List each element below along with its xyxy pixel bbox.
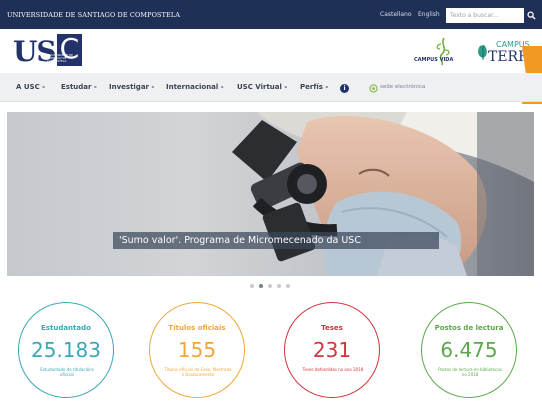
stat-value: 6.475 xyxy=(440,338,498,362)
stat-description: Postos de lectura en bibliotecas no 2018 xyxy=(438,367,502,377)
language-english-link[interactable]: English xyxy=(418,11,440,18)
sede-electronica-link[interactable]: sede electrónica xyxy=(380,84,425,90)
stat-title: Teses xyxy=(321,324,343,332)
stat-title: Títulos oficiais xyxy=(168,324,226,332)
main-nav: A USC - Estudar - Investigar - Internaci… xyxy=(0,73,542,102)
university-name: UNIVERSIDADE DE SANTIAGO DE COMPOSTELA xyxy=(7,11,181,19)
stat-value: 155 xyxy=(177,338,217,362)
nav-item-internacional[interactable]: Internacional - xyxy=(166,83,224,91)
campus-vida-label: CAMPUS VIDA xyxy=(414,57,454,63)
search-input[interactable] xyxy=(446,8,524,23)
stat-title: Postos de lectura xyxy=(434,324,504,332)
nav-item-investigar[interactable]: Investigar - xyxy=(109,83,154,91)
stat-estudantado[interactable]: Estudantado 25.183 Estudantado de titula… xyxy=(18,302,114,398)
stat-description: Títulos oficiais de Grao, Mestrado e Dou… xyxy=(164,367,232,377)
stat-description: Teses defendidas no ano 2018 xyxy=(302,367,364,372)
carousel-dot[interactable] xyxy=(286,284,290,288)
logo-subtitle: UNIVERSIDADE DE SANTIAGO DE COMPOSTELA xyxy=(47,53,73,63)
language-castellano-link[interactable]: Castellano xyxy=(380,11,412,18)
carousel-dot[interactable] xyxy=(268,284,272,288)
stat-value: 25.183 xyxy=(31,338,101,362)
sede-electronica-icon xyxy=(369,84,378,93)
top-bar: UNIVERSIDADE DE SANTIAGO DE COMPOSTELA C… xyxy=(0,0,542,29)
hero-image xyxy=(7,112,534,276)
stat-description: Estudantado de titulacións oficiais xyxy=(40,367,94,377)
stat-teses[interactable]: Teses 231 Teses defendidas no ano 2018 xyxy=(284,302,380,398)
carousel-dots xyxy=(250,284,290,288)
search-icon xyxy=(527,11,536,20)
stat-postos-de-lectura[interactable]: Postos de lectura 6.475 Postos de lectur… xyxy=(421,302,517,398)
nav-item-perfis[interactable]: Perfís - xyxy=(300,83,328,91)
stat-title: Estudantado xyxy=(41,324,91,332)
hero-caption[interactable]: 'Sumo valor'. Programa de Micromecenado … xyxy=(113,232,439,249)
nav-item-usc-virtual[interactable]: USC Virtual - xyxy=(237,83,287,91)
carousel-dot[interactable] xyxy=(250,284,254,288)
stat-titulos-oficiais[interactable]: Títulos oficiais 155 Títulos oficiais de… xyxy=(149,302,245,398)
stat-value: 231 xyxy=(312,338,352,362)
nav-item-estudar[interactable]: Estudar - xyxy=(61,83,97,91)
nav-item-a-usc[interactable]: A USC - xyxy=(16,83,45,91)
hero-carousel[interactable] xyxy=(7,112,534,276)
info-icon[interactable]: i xyxy=(340,84,349,93)
search-button[interactable] xyxy=(524,8,539,23)
carousel-dot[interactable] xyxy=(277,284,281,288)
carousel-dot-active[interactable] xyxy=(259,284,263,288)
